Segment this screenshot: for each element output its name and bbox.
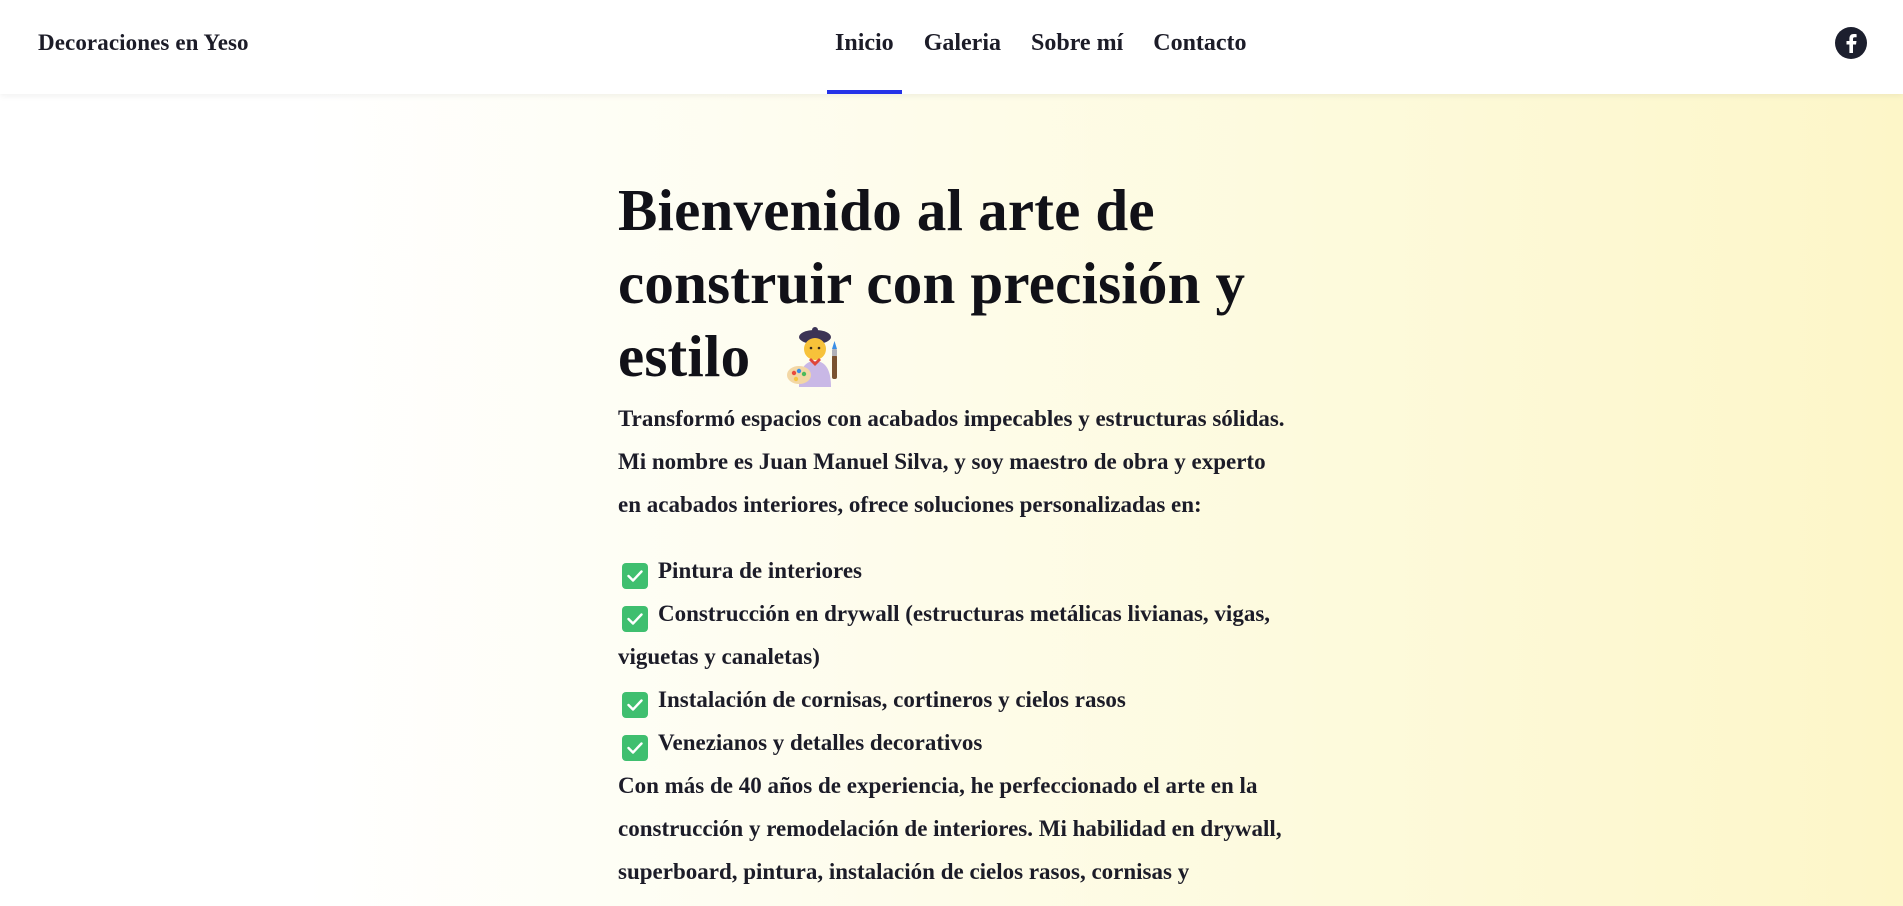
- service-label-continued: viguetas y canaletas): [618, 644, 820, 670]
- hero-headline: Bienvenido al arte de construir con prec…: [618, 174, 1298, 393]
- intro-paragraph: Transformó espacios con acabados impecab…: [618, 397, 1298, 526]
- service-label: Instalación de cornisas, cortineros y ci…: [658, 687, 1126, 713]
- services-list: Pintura de interiores Construcción en dr…: [618, 549, 1298, 764]
- check-mark-icon: [622, 563, 648, 590]
- top-navbar: Decoraciones en Yeso Inicio Galeria Sobr…: [0, 0, 1903, 94]
- facebook-icon[interactable]: [1835, 27, 1867, 59]
- nav-link-sobre-mi[interactable]: Sobre mí: [1016, 0, 1138, 94]
- service-label: Pintura de interiores: [658, 558, 862, 584]
- intro-line-3: en acabados interiores, ofrece solucione…: [618, 492, 1202, 518]
- experience-line-3: superboard, pintura, instalación de ciel…: [618, 859, 1190, 885]
- check-mark-icon: [622, 606, 648, 633]
- nav-link-galeria[interactable]: Galeria: [909, 0, 1016, 94]
- headline-line-3: estilo: [618, 323, 751, 389]
- headline-line-2: construir con precisión y: [618, 250, 1246, 316]
- list-item: Venezianos y detalles decorativos: [618, 721, 1298, 764]
- list-item: Instalación de cornisas, cortineros y ci…: [618, 678, 1298, 721]
- experience-line-1: Con más de 40 años de experiencia, he pe…: [618, 773, 1258, 799]
- nav-link-contacto[interactable]: Contacto: [1138, 0, 1261, 94]
- hero-section: Bienvenido al arte de construir con prec…: [0, 94, 1903, 906]
- list-item: Pintura de interiores: [618, 549, 1298, 592]
- experience-line-2: construcción y remodelación de interiore…: [618, 816, 1282, 842]
- experience-paragraph: Con más de 40 años de experiencia, he pe…: [618, 764, 1298, 893]
- brand-name[interactable]: Decoraciones en Yeso: [38, 30, 249, 56]
- service-label: Construcción en drywall (estructuras met…: [658, 601, 1271, 627]
- check-mark-icon: [622, 735, 648, 762]
- hero-content: Bienvenido al arte de construir con prec…: [618, 174, 1298, 893]
- artist-emoji-icon: [785, 325, 843, 388]
- intro-line-2: Mi nombre es Juan Manuel Silva, y soy ma…: [618, 449, 1266, 475]
- check-mark-icon: [622, 692, 648, 719]
- main-nav: Inicio Galeria Sobre mí Contacto: [820, 0, 1262, 94]
- headline-line-1: Bienvenido al arte de: [618, 177, 1155, 243]
- list-item: Construcción en drywall (estructuras met…: [618, 592, 1298, 678]
- nav-link-inicio[interactable]: Inicio: [820, 0, 909, 94]
- intro-line-1: Transformó espacios con acabados impecab…: [618, 406, 1285, 432]
- service-label: Venezianos y detalles decorativos: [658, 730, 983, 756]
